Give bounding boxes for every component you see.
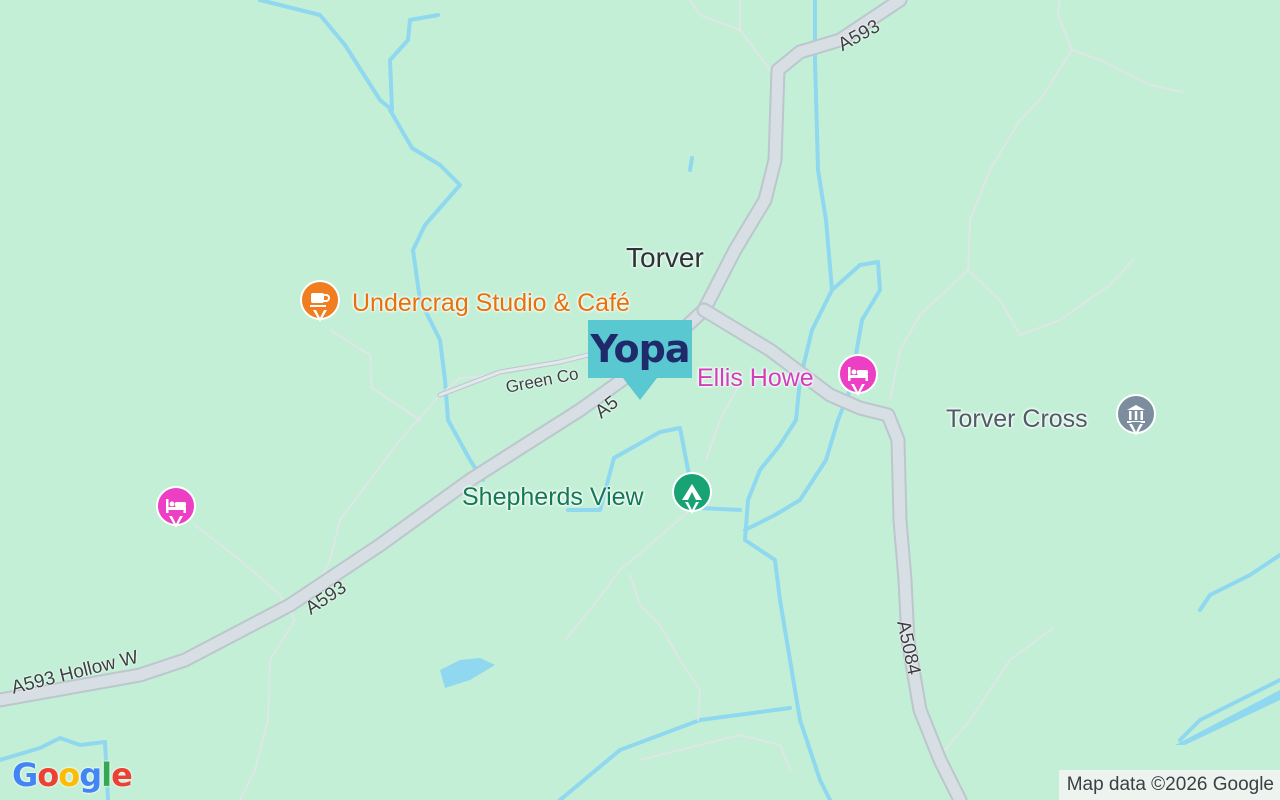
monument-icon — [1127, 405, 1145, 423]
map-attribution[interactable]: Map data ©2026 Google — [1058, 770, 1280, 800]
poi-pin-hotel[interactable] — [156, 486, 196, 534]
bed-icon — [166, 499, 186, 513]
marker-logo: Yopa — [588, 320, 692, 378]
marker-pointer — [623, 378, 657, 400]
bed-icon — [848, 367, 868, 381]
cup-icon — [310, 293, 330, 307]
logo-letter: l — [101, 756, 112, 794]
poi-label[interactable]: Shepherds View — [462, 483, 644, 512]
map-base-layer — [0, 0, 1280, 800]
poi-pin-hotel[interactable] — [838, 354, 878, 402]
poi-label[interactable]: Undercrag Studio & Café — [352, 289, 630, 318]
poi-label[interactable]: Ellis Howe — [697, 364, 814, 393]
property-marker[interactable]: Yopa — [588, 320, 692, 400]
google-logo[interactable]: Google — [12, 756, 133, 794]
marker-text: Yopa — [590, 327, 691, 371]
poi-label[interactable]: Torver Cross — [946, 405, 1088, 434]
logo-letter: o — [58, 756, 80, 794]
stream — [688, 156, 694, 172]
poi-pin-campground[interactable] — [672, 472, 712, 520]
tent-icon — [682, 484, 702, 500]
poi-pin-monument[interactable] — [1116, 394, 1156, 442]
logo-letter: g — [79, 756, 102, 794]
poi-pin-cafe[interactable] — [300, 280, 340, 328]
map-canvas[interactable]: A593 A5 A593 A593 Hollow W A5084 Green C… — [0, 0, 1280, 800]
logo-letter: o — [37, 756, 59, 794]
logo-letter: e — [111, 756, 133, 794]
logo-letter: G — [12, 756, 38, 794]
place-label: Torver — [626, 242, 704, 273]
